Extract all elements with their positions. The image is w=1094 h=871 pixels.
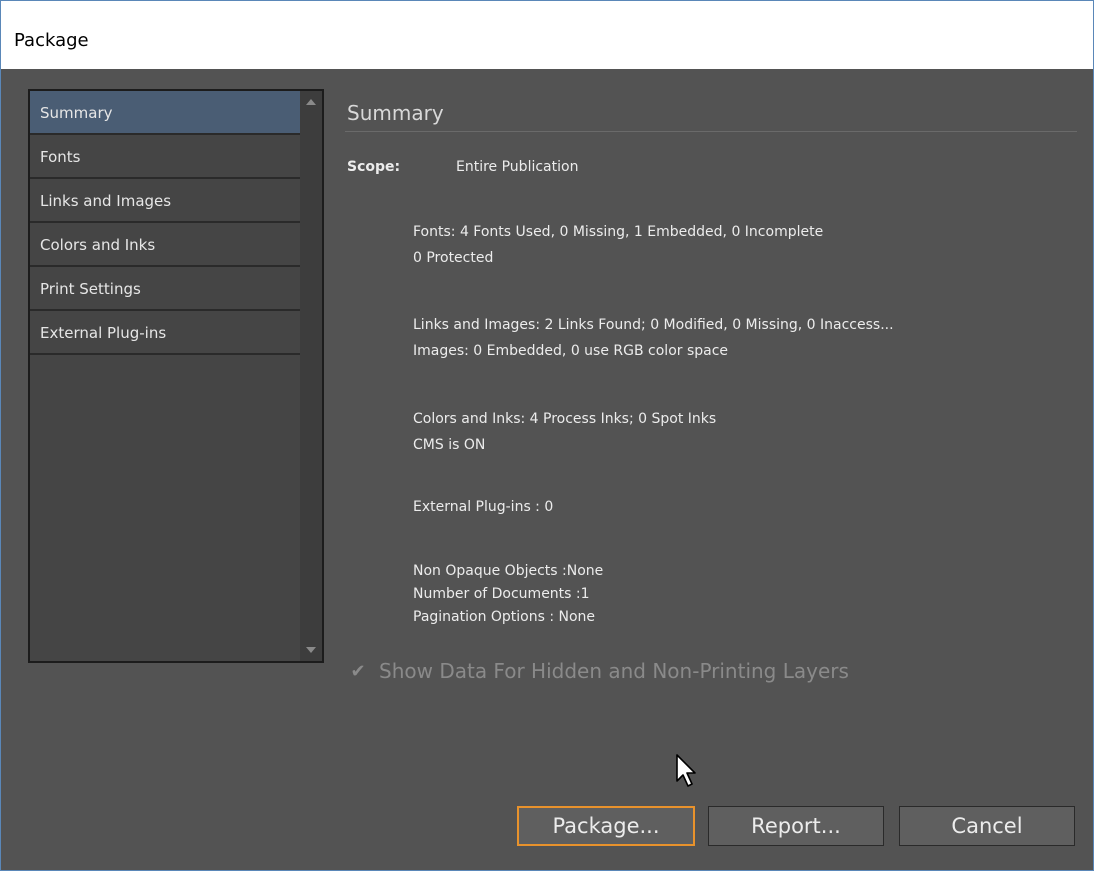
section-heading: Summary: [347, 101, 444, 125]
scroll-up-icon[interactable]: [306, 99, 316, 105]
colors-summary-line: Colors and Inks: 4 Process Inks; 0 Spot …: [413, 411, 717, 427]
opaque-objects-line: Non Opaque Objects :None: [413, 563, 604, 579]
sidebar-item-links-and-images[interactable]: Links and Images: [30, 179, 302, 223]
category-list: Summary Fonts Links and Images Colors an…: [28, 89, 324, 663]
sidebar-item-colors-and-inks[interactable]: Colors and Inks: [30, 223, 302, 267]
show-hidden-layers-label: Show Data For Hidden and Non-Printing La…: [379, 659, 849, 683]
cancel-button[interactable]: Cancel: [899, 806, 1075, 846]
links-summary-line: Links and Images: 2 Links Found; 0 Modif…: [413, 317, 894, 333]
sidebar-item-fonts[interactable]: Fonts: [30, 135, 302, 179]
heading-divider: [345, 131, 1077, 132]
cms-status-line: CMS is ON: [413, 437, 486, 453]
scope-label: Scope:: [347, 159, 401, 175]
report-button[interactable]: Report...: [708, 806, 884, 846]
sidebar-item-external-plug-ins[interactable]: External Plug-ins: [30, 311, 302, 355]
mouse-cursor-icon: [676, 754, 696, 787]
checkmark-icon[interactable]: ✔: [349, 662, 367, 680]
scope-value: Entire Publication: [456, 159, 579, 175]
list-scrollbar[interactable]: [300, 91, 322, 661]
sidebar-item-print-settings[interactable]: Print Settings: [30, 267, 302, 311]
dialog-body: Summary Fonts Links and Images Colors an…: [1, 69, 1093, 870]
images-summary-line: Images: 0 Embedded, 0 use RGB color spac…: [413, 343, 729, 359]
fonts-protected-line: 0 Protected: [413, 250, 494, 266]
title-bar: Package: [1, 1, 1093, 69]
package-button[interactable]: Package...: [517, 806, 695, 846]
sidebar-item-summary[interactable]: Summary: [30, 91, 302, 135]
documents-count-line: Number of Documents :1: [413, 586, 590, 602]
fonts-summary-line: Fonts: 4 Fonts Used, 0 Missing, 1 Embedd…: [413, 224, 824, 240]
pagination-options-line: Pagination Options : None: [413, 609, 596, 625]
window-title: Package: [14, 30, 89, 51]
package-dialog: Package Summary Fonts Links and Images C…: [0, 0, 1094, 871]
scroll-down-icon[interactable]: [306, 647, 316, 653]
plugins-summary-line: External Plug-ins : 0: [413, 499, 554, 515]
category-items: Summary Fonts Links and Images Colors an…: [30, 91, 302, 355]
show-hidden-layers-option[interactable]: ✔ Show Data For Hidden and Non-Printing …: [349, 659, 849, 683]
